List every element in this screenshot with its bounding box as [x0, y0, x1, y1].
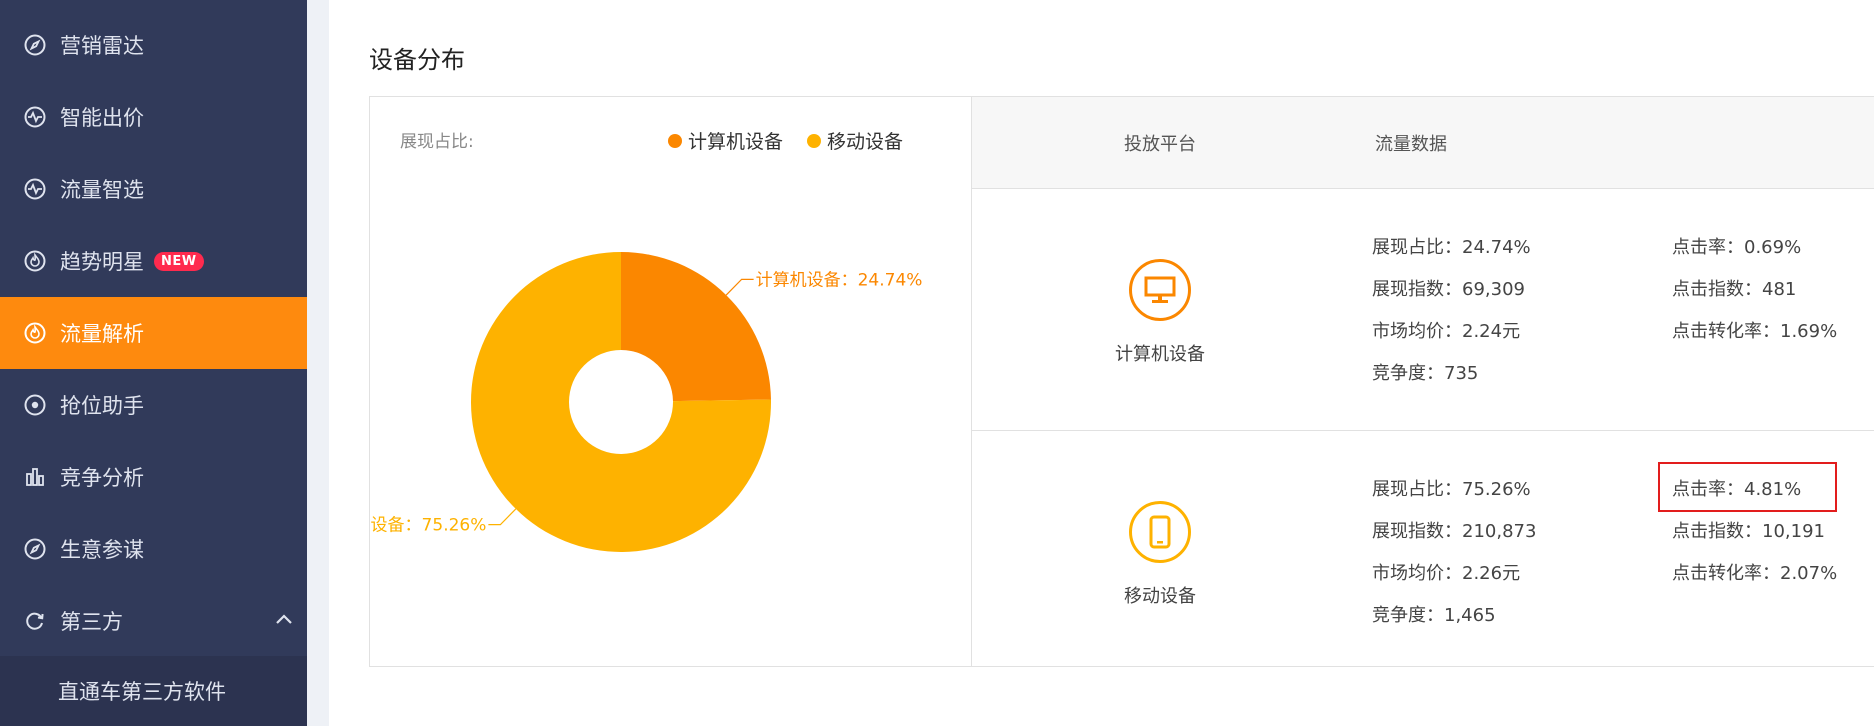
sidebar-item-label: 流量智选 [60, 178, 144, 202]
flame-icon [22, 320, 48, 346]
metric-market-avg-price: 市场均价：2.26元 [1372, 563, 1521, 584]
metric-impression-index: 展现指数：210,873 [1372, 521, 1537, 542]
device-name: 移动设备 [1124, 586, 1196, 607]
sidebar-item-label: 竞争分析 [60, 466, 144, 490]
content-gutter [307, 0, 329, 726]
device-name: 计算机设备 [1115, 344, 1205, 365]
metric-click-index: 点击指数：10,191 [1672, 521, 1825, 542]
monitor-icon [1129, 259, 1191, 321]
table-row: 计算机设备 展现占比：24.74% 展现指数：69,309 市场均价：2.24元… [972, 189, 1874, 431]
pulse-icon [22, 176, 48, 202]
metric-market-avg-price: 市场均价：2.24元 [1372, 321, 1521, 342]
metric-conversion-rate: 点击转化率：1.69% [1672, 321, 1838, 342]
device-donut-chart: 计算机设备：24.74% 移动设备：75.26% [370, 252, 923, 552]
bar-chart-icon [22, 464, 48, 490]
sidebar-item-marketing-radar[interactable]: 营销雷达 [0, 9, 307, 81]
table-header-row: 投放平台 流量数据 [972, 97, 1874, 189]
new-badge: NEW [154, 251, 204, 271]
flame-icon [22, 248, 48, 274]
metric-impression-index: 展现指数：69,309 [1372, 279, 1525, 300]
metric-impression-share: 展现占比：24.74% [1372, 237, 1531, 258]
compass-icon [22, 32, 48, 58]
sidebar-item-label: 流量解析 [60, 322, 144, 346]
refresh-icon [22, 608, 48, 634]
sidebar-item-label: 生意参谋 [60, 538, 144, 562]
pulse-icon [22, 104, 48, 130]
sidebar-item-traffic-select[interactable]: 流量智选 [0, 153, 307, 225]
slice-computer-leader-line [725, 278, 754, 296]
sidebar-subitem-third-party-software[interactable]: 直通车第三方软件 [0, 656, 307, 726]
column-header-traffic: 流量数据 [1375, 134, 1447, 155]
metric-conversion-rate: 点击转化率：2.07% [1672, 563, 1838, 584]
sidebar-subitem-label: 直通车第三方软件 [58, 680, 226, 704]
metric-ctr: 点击率：0.69% [1672, 237, 1802, 258]
metric-competition: 竞争度：735 [1372, 363, 1479, 384]
sidebar-item-label: 趋势明星 [60, 250, 144, 274]
sidebar-item-competition-analysis[interactable]: 竞争分析 [0, 441, 307, 513]
metric-impression-share: 展现占比：75.26% [1372, 479, 1531, 500]
slice-label-mobile: 移动设备：75.26% [370, 516, 486, 536]
compass-icon [22, 536, 48, 562]
sidebar-item-traffic-analysis[interactable]: 流量解析 [0, 297, 307, 369]
mobile-phone-icon [1129, 501, 1191, 563]
column-header-platform: 投放平台 [1124, 134, 1196, 155]
device-table: 投放平台 流量数据 计算机设备 展现占比：24.74% 展现指数：69,309 … [972, 97, 1874, 666]
chart-area: 展现占比: 计算机设备 移动设备 计算机设备：24.74% 移动设备：75.26… [370, 97, 972, 666]
page-title: 设备分布 [369, 46, 465, 74]
slice-label-computer: 计算机设备：24.74% [756, 270, 923, 290]
slice-mobile-leader-line [488, 508, 517, 526]
metric-click-index: 点击指数：481 [1672, 279, 1797, 300]
sidebar-item-smart-bid[interactable]: 智能出价 [0, 81, 307, 153]
sidebar-item-position-helper[interactable]: 抢位助手 [0, 369, 307, 441]
sidebar-item-trend-star[interactable]: 趋势明星 NEW [0, 225, 307, 297]
sidebar-item-business-advisor[interactable]: 生意参谋 [0, 513, 307, 585]
sidebar-item-label: 智能出价 [60, 106, 144, 130]
sidebar-item-label: 抢位助手 [60, 394, 144, 418]
highlight-box [1658, 462, 1837, 512]
target-icon [22, 392, 48, 418]
sidebar-item-label: 营销雷达 [60, 34, 144, 58]
chevron-up-icon[interactable] [273, 609, 295, 631]
slice-computer[interactable] [621, 252, 771, 402]
metric-competition: 竞争度：1,465 [1372, 605, 1496, 626]
sidebar-item-label: 第三方 [60, 610, 123, 634]
device-distribution-panel: 展现占比: 计算机设备 移动设备 计算机设备：24.74% 移动设备：75.26… [369, 96, 1874, 667]
sidebar-item-third-party[interactable]: 第三方 [0, 585, 307, 657]
sidebar: 营销雷达 智能出价 流量智选 趋势明星 NEW 流量解析 抢位助手 竞争分析 生… [0, 0, 307, 726]
